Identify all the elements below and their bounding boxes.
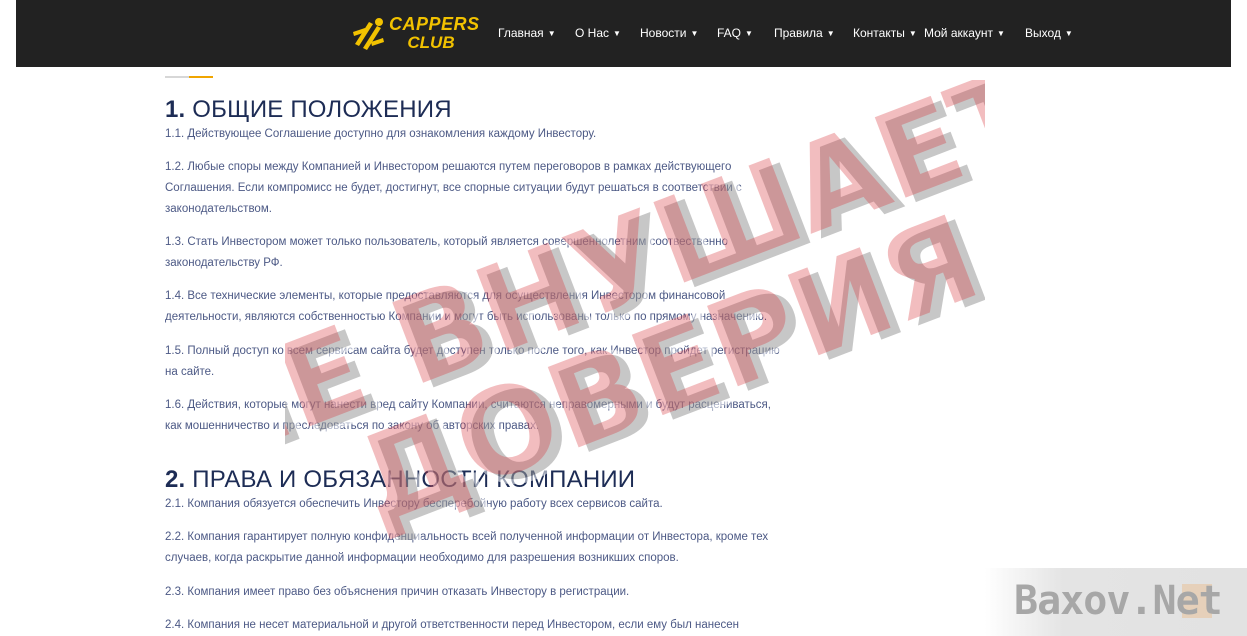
logo-line-1: CAPPERS: [389, 14, 480, 34]
nav-item-logout[interactable]: Выход ▼: [1025, 26, 1073, 40]
rule-paragraph: 2.1. Компания обязуется обеспечить Инвес…: [165, 498, 663, 510]
ball-logo-icon: [353, 18, 384, 50]
section-title: ОБЩИЕ ПОЛОЖЕНИЯ: [192, 96, 452, 123]
nav-item-news[interactable]: Новости ▼: [640, 26, 698, 40]
nav-item-rules[interactable]: Правила ▼: [774, 26, 835, 40]
nav-item-label: Главная: [498, 26, 544, 40]
nav-item-label: Контакты: [853, 26, 905, 40]
rule-paragraph: 1.3. Стать Инвестором может только польз…: [165, 236, 729, 269]
logo-line-2: CLUB: [407, 33, 455, 52]
nav-item-my-account[interactable]: Мой аккаунт ▼: [924, 26, 1005, 40]
caret-down-icon: ▼: [1064, 29, 1073, 38]
caret-down-icon: ▼: [908, 29, 917, 38]
caret-down-icon: ▼: [826, 29, 835, 38]
rule-paragraph: 2.4. Компания не несет материальной и др…: [165, 619, 739, 631]
nav-item-label: Мой аккаунт: [924, 26, 993, 40]
nav-item-home[interactable]: Главная ▼: [498, 26, 556, 40]
nav-item-label: О Нас: [575, 26, 610, 40]
section-number: 1.: [165, 96, 186, 123]
rule-paragraph: 2.3. Компания имеет право без объяснения…: [165, 586, 630, 598]
top-navbar: CAPPERS CLUB Главная ▼ О Нас ▼ Новости ▼ FA…: [16, 0, 1231, 67]
nav-item-label: Новости: [640, 26, 687, 40]
nav-item-faq[interactable]: FAQ ▼: [717, 26, 753, 40]
section-title: ПРАВА И ОБЯЗАННОСТИ КОМПАНИИ: [192, 466, 636, 493]
rule-paragraph: 1.4. Все технические элементы, которые п…: [165, 290, 768, 323]
caret-down-icon: ▼: [996, 29, 1005, 38]
caret-down-icon: ▼: [613, 29, 621, 38]
section-number: 2.: [165, 466, 186, 493]
nav-item-label: Выход: [1025, 26, 1061, 40]
watermark-text: Baxov.Net: [1014, 578, 1223, 624]
section-1-heading: 1. ОБЩИЕ ПОЛОЖЕНИЯ: [165, 96, 452, 124]
rule-paragraph: 1.1. Действующее Соглашение доступно для…: [165, 128, 597, 140]
logo-wordmark: CAPPERS CLUB: [389, 14, 480, 52]
section-2-heading: 2. ПРАВА И ОБЯЗАННОСТИ КОМПАНИИ: [165, 466, 635, 494]
cappers-club-logo[interactable]: CAPPERS CLUB: [349, 12, 479, 56]
nav-item-label: FAQ: [717, 26, 742, 40]
nav-item-contacts[interactable]: Контакты ▼: [853, 26, 917, 40]
nav-item-label: Правила: [774, 26, 823, 40]
rule-paragraph: 2.2. Компания гарантирует полную конфиде…: [165, 531, 769, 564]
rule-paragraph: 1.5. Полный доступ ко всем сервисам сайт…: [165, 345, 780, 378]
caret-down-icon: ▼: [745, 29, 753, 38]
caret-down-icon: ▼: [547, 29, 556, 38]
caret-down-icon: ▼: [690, 29, 699, 38]
rule-paragraph: 1.2. Любые споры между Компанией и Инвес…: [165, 161, 742, 215]
section-divider: [165, 76, 213, 78]
nav-item-about[interactable]: О Нас ▼: [575, 26, 621, 40]
rule-paragraph: 1.6. Действия, которые могут нанести вре…: [165, 399, 771, 432]
